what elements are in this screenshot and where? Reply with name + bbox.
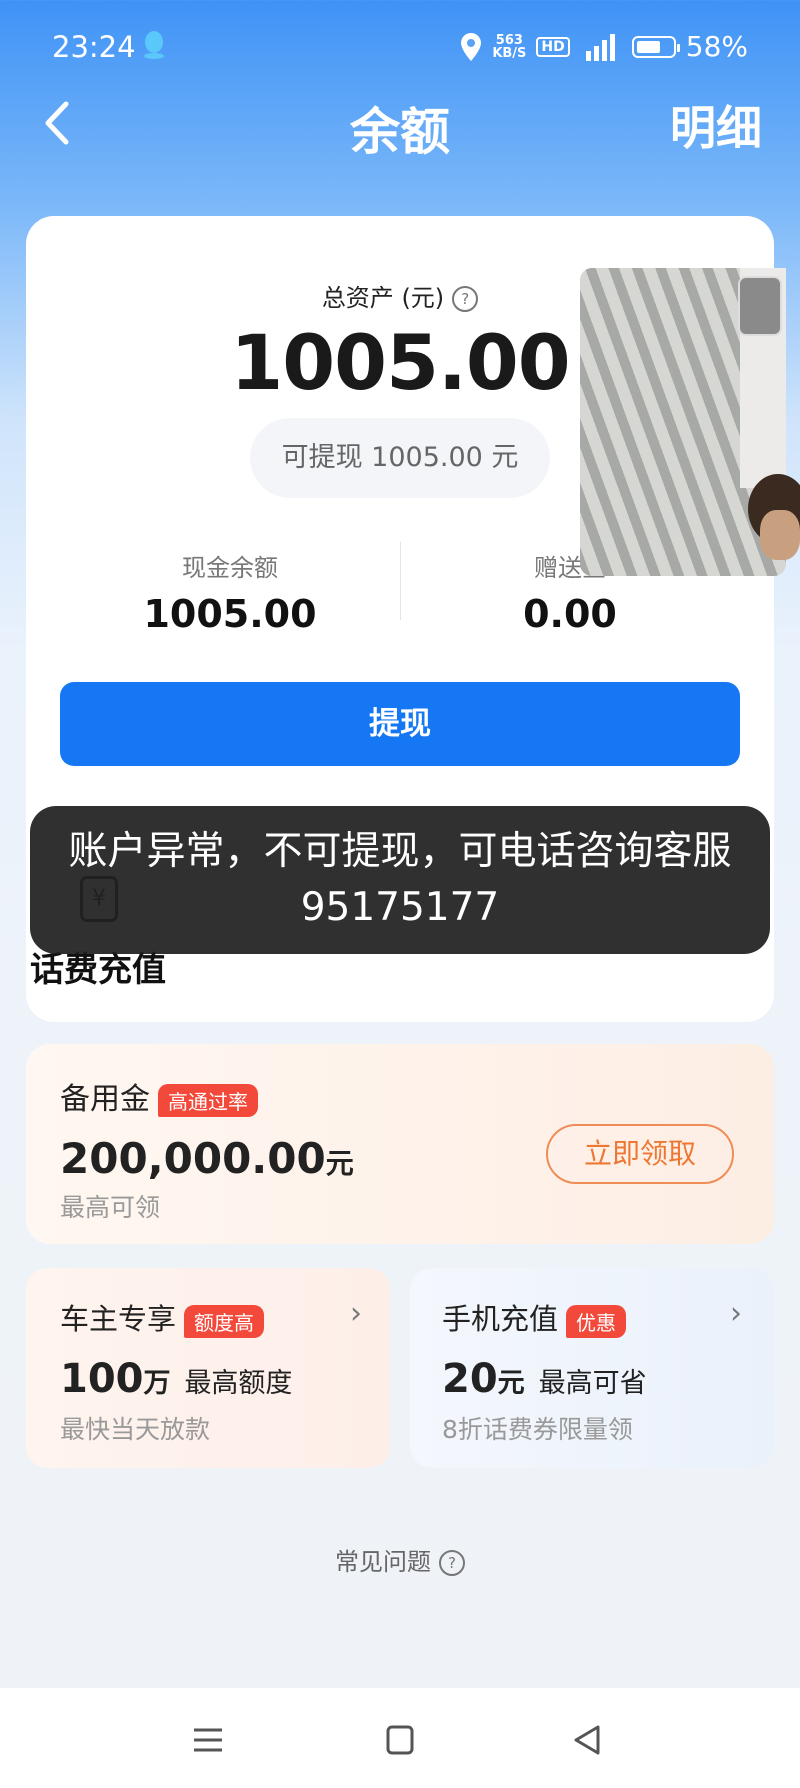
location-icon <box>461 32 482 61</box>
backup-fund-title: 备用金 高通过率 <box>60 1074 258 1118</box>
status-time: 23:24 <box>52 30 136 64</box>
car-owner-tag: 额度高 <box>184 1304 265 1338</box>
battery-icon <box>631 35 680 58</box>
phone-recharge-sub: 8折话费券限量领 <box>442 1415 633 1444</box>
menu-icon[interactable] <box>188 1722 228 1758</box>
video-self-thumbnail[interactable] <box>738 276 782 336</box>
chevron-right-icon[interactable]: › <box>350 1296 362 1331</box>
signal-icon <box>585 33 615 61</box>
phone-recharge-amount: 20元 最高可省 <box>442 1356 647 1402</box>
home-icon[interactable] <box>380 1722 420 1758</box>
car-owner-sub: 最快当天放款 <box>60 1415 211 1444</box>
phone-recharge-tag: 优惠 <box>566 1304 627 1338</box>
help-icon: ? <box>439 1550 465 1576</box>
video-person-face <box>760 510 800 560</box>
back-nav-icon[interactable] <box>568 1722 608 1758</box>
qq-icon <box>144 31 164 59</box>
status-right: 563 KB/S HD 58% <box>460 30 748 63</box>
detail-link[interactable]: 明细 <box>670 92 762 158</box>
battery-percent: 58% <box>685 30 748 63</box>
error-toast: 账户异常，不可提现，可电话咨询客服95175177 <box>30 806 770 954</box>
status-bar: 23:24 563 KB/S HD 58% <box>0 0 800 96</box>
help-icon[interactable]: ? <box>452 286 479 312</box>
cash-balance-value: 1005.00 <box>143 592 317 636</box>
gift-balance-value: 0.00 <box>523 592 617 636</box>
claim-now-button[interactable]: 立即领取 <box>546 1124 734 1184</box>
withdraw-button[interactable]: 提现 <box>60 682 740 766</box>
phone-recharge-title: 手机充值 优惠 <box>442 1296 627 1338</box>
cash-balance-label: 现金余额 <box>182 554 278 582</box>
chevron-right-icon[interactable]: › <box>730 1296 742 1331</box>
hd-badge: HD <box>536 36 570 57</box>
backup-fund-sub: 最高可领 <box>60 1193 161 1222</box>
divider <box>400 542 401 620</box>
car-owner-amount: 100万 最高额度 <box>60 1356 293 1402</box>
withdrawable-amount: 可提现 1005.00 元 <box>250 418 550 498</box>
backup-fund-tag: 高通过率 <box>158 1084 258 1117</box>
network-speed: 563 KB/S <box>492 32 527 61</box>
back-icon[interactable] <box>38 98 78 148</box>
backup-fund-amount: 200,000.00元 <box>60 1134 354 1183</box>
page-title: 余额 <box>350 103 450 161</box>
faq-link[interactable]: 常见问题? <box>0 1542 800 1577</box>
car-owner-title: 车主专享 额度高 <box>60 1296 265 1338</box>
